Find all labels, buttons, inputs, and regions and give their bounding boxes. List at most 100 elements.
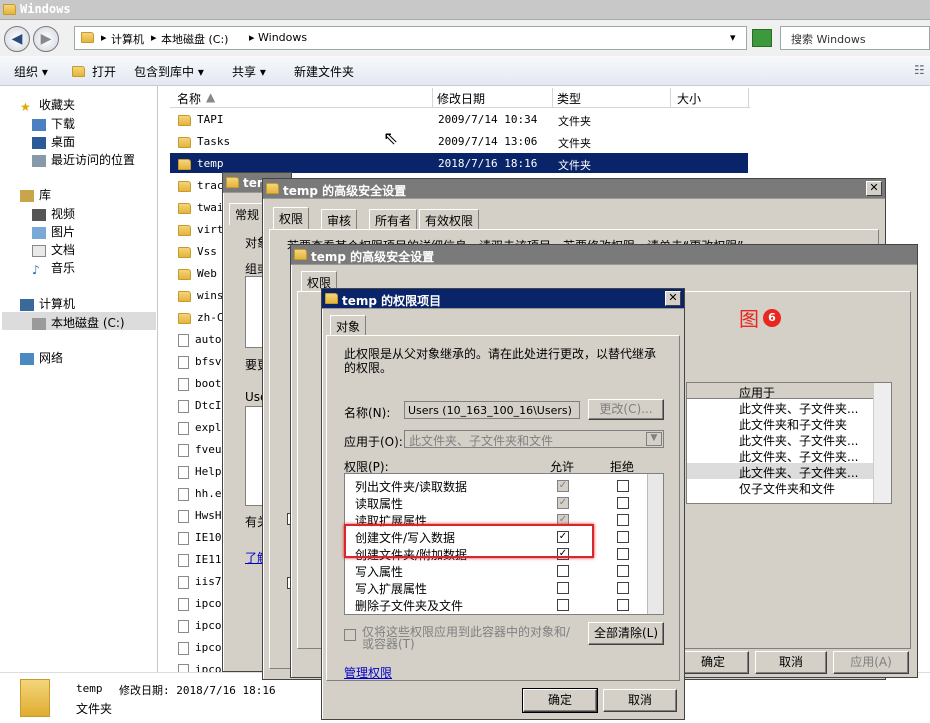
deny-checkbox[interactable] xyxy=(617,582,629,594)
adv2-ok-button[interactable]: 确定 xyxy=(677,651,749,674)
file-row[interactable]: IE11 xyxy=(178,553,222,567)
file-row[interactable]: Web xyxy=(178,267,217,280)
deny-checkbox[interactable] xyxy=(617,531,629,543)
allow-checkbox[interactable]: ✓ xyxy=(557,497,569,509)
entry-applies[interactable]: 此文件夹、子文件夹... xyxy=(739,432,858,449)
file-icon xyxy=(178,355,189,369)
deny-checkbox[interactable] xyxy=(617,548,629,560)
entry-applies[interactable]: 此文件夹、子文件夹... xyxy=(739,400,858,417)
back-icon[interactable]: ◀ xyxy=(4,26,30,52)
nav-computer[interactable]: 计算机 xyxy=(20,295,75,312)
nav-favorites[interactable]: ★ 收藏夹 xyxy=(20,96,75,114)
file-row[interactable]: virt xyxy=(178,223,224,236)
entry-ok-button[interactable]: 确定 xyxy=(522,688,598,713)
col-date[interactable]: 修改日期 xyxy=(437,90,485,107)
chevron-down-icon[interactable]: ▼ xyxy=(646,432,662,446)
file-row[interactable]: boot xyxy=(178,377,222,391)
nav-downloads[interactable]: 下载 xyxy=(32,115,75,132)
file-row[interactable]: twai xyxy=(178,201,224,214)
organize-button[interactable]: 组织 ▾ xyxy=(14,63,48,80)
nav-pictures[interactable]: 图片 xyxy=(32,223,75,240)
nav-documents[interactable]: 文档 xyxy=(32,241,75,258)
file-row[interactable]: zh-C xyxy=(178,311,224,324)
adv2-cancel-button[interactable]: 取消 xyxy=(755,651,827,674)
crumb-disk[interactable]: 本地磁盘 (C:) xyxy=(161,31,228,47)
tab-audit[interactable]: 审核 xyxy=(321,209,358,229)
nav-network[interactable]: 网络 xyxy=(20,349,63,366)
allow-checkbox[interactable]: ✓ xyxy=(557,480,569,492)
entry-cancel-button[interactable]: 取消 xyxy=(603,689,677,712)
permission-entries-list[interactable]: 应用于 此文件夹、子文件夹... 此文件夹和子文件夹 此文件夹、子文件夹... … xyxy=(686,382,892,504)
refresh-icon[interactable] xyxy=(752,29,772,47)
manage-permissions-link[interactable]: 管理权限 xyxy=(344,664,392,681)
disk-icon xyxy=(32,317,46,330)
chevron-down-icon[interactable]: ▾ xyxy=(730,31,736,44)
col-name[interactable]: 名称 xyxy=(177,90,201,107)
breadcrumb[interactable]: ▸ 计算机 ▸ 本地磁盘 (C:) ▸ Windows ▾ xyxy=(74,26,747,50)
share-button[interactable]: 共享 ▾ xyxy=(232,63,266,80)
file-row[interactable]: fveu xyxy=(178,443,222,457)
deny-checkbox[interactable] xyxy=(617,565,629,577)
nav-local-disk[interactable]: 本地磁盘 (C:) xyxy=(32,314,125,331)
file-row[interactable]: expl xyxy=(178,421,222,435)
tab-object[interactable]: 对象 xyxy=(330,315,367,337)
entry-applies[interactable]: 此文件夹、子文件夹... xyxy=(739,464,858,481)
open-button[interactable]: 打开 xyxy=(92,63,116,80)
file-row[interactable]: IE10 xyxy=(178,531,222,545)
tab-permissions[interactable]: 权限 xyxy=(273,207,310,229)
nav-recent[interactable]: 最近访问的位置 xyxy=(32,151,135,168)
search-input[interactable]: 搜索 Windows xyxy=(780,26,930,50)
new-folder-button[interactable]: 新建文件夹 xyxy=(294,63,354,80)
tab-general[interactable]: 常规 xyxy=(229,203,266,225)
deny-checkbox[interactable] xyxy=(617,480,629,492)
allow-checkbox[interactable] xyxy=(557,599,569,611)
col-type[interactable]: 类型 xyxy=(557,90,581,107)
entry-applies[interactable]: 仅子文件夹和文件 xyxy=(739,480,835,497)
file-row[interactable]: DtcI xyxy=(178,399,222,413)
file-row[interactable]: bfsv xyxy=(178,355,222,369)
file-row[interactable]: wins xyxy=(178,289,224,302)
only-apply-checkbox[interactable] xyxy=(344,629,356,641)
file-row[interactable]: Vss xyxy=(178,245,217,258)
crumb-computer[interactable]: 计算机 xyxy=(111,31,144,47)
allow-checkbox[interactable] xyxy=(557,565,569,577)
nav-music[interactable]: ♪ 音乐 xyxy=(32,259,75,277)
nav-videos[interactable]: 视频 xyxy=(32,205,75,222)
file-row[interactable]: Help xyxy=(178,465,222,479)
deny-checkbox[interactable] xyxy=(617,497,629,509)
view-options-icon[interactable]: ☷ xyxy=(914,63,925,77)
file-row[interactable]: iis7 xyxy=(178,575,222,589)
folder-icon xyxy=(325,293,338,304)
entry-applies[interactable]: 此文件夹和子文件夹 xyxy=(739,416,847,433)
file-row[interactable]: ipco xyxy=(178,597,222,611)
address-bar: ◀ ▶ ▸ 计算机 ▸ 本地磁盘 (C:) ▸ Windows ▾ 搜索 Win… xyxy=(0,20,930,56)
list-scrollbar[interactable] xyxy=(873,383,891,503)
allow-checkbox[interactable] xyxy=(557,582,569,594)
principal-name-field[interactable]: Users (10_163_100_16\Users) xyxy=(404,401,580,419)
deny-checkbox[interactable] xyxy=(617,599,629,611)
tab-effective[interactable]: 有效权限 xyxy=(419,209,480,229)
apply-to-select[interactable]: 此文件夹、子文件夹和文件 xyxy=(404,430,664,448)
clear-all-button[interactable]: 全部清除(L) xyxy=(588,622,664,645)
include-library-button[interactable]: 包含到库中 ▾ xyxy=(134,63,204,80)
tab-owner[interactable]: 所有者 xyxy=(369,209,418,229)
forward-icon[interactable]: ▶ xyxy=(33,26,59,52)
file-row[interactable]: HwsH xyxy=(178,509,222,523)
nav-library[interactable]: 库 xyxy=(20,186,51,203)
list-header-applies[interactable]: 应用于 xyxy=(739,384,775,401)
change-button[interactable]: 更改(C)... xyxy=(588,399,664,420)
deny-checkbox[interactable] xyxy=(617,514,629,526)
file-icon xyxy=(178,597,189,611)
crumb-windows[interactable]: Windows xyxy=(258,31,307,44)
permission-name: 写入扩展属性 xyxy=(355,582,428,596)
close-icon[interactable]: ✕ xyxy=(665,291,681,306)
file-row[interactable]: auto xyxy=(178,333,222,347)
permissions-scrollbar[interactable] xyxy=(647,474,663,614)
col-size[interactable]: 大小 xyxy=(677,90,701,107)
file-row[interactable]: hh.e xyxy=(178,487,222,501)
entry-applies[interactable]: 此文件夹、子文件夹... xyxy=(739,448,858,465)
adv2-apply-button[interactable]: 应用(A) xyxy=(833,651,909,674)
file-row[interactable]: trac xyxy=(178,179,224,192)
close-icon[interactable]: ✕ xyxy=(866,181,882,196)
nav-desktop[interactable]: 桌面 xyxy=(32,133,75,150)
